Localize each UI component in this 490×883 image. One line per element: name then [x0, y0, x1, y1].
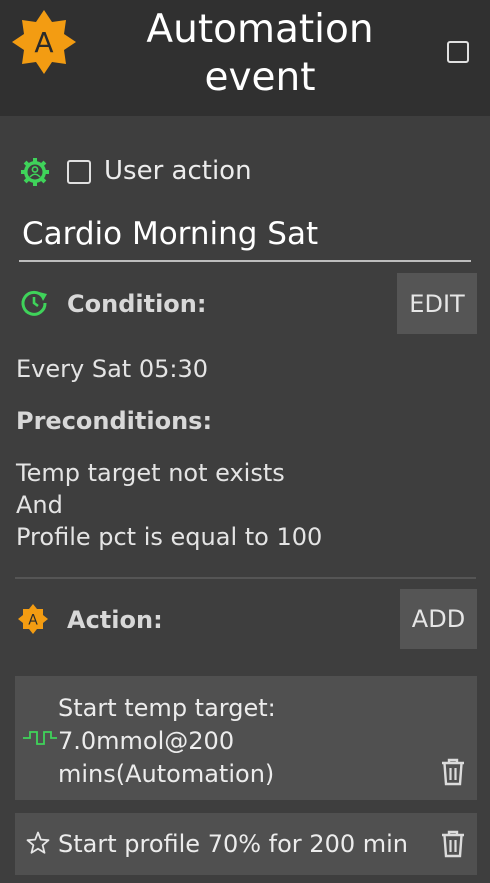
condition-value: Every Sat 05:30: [16, 355, 208, 383]
action-item-text: Start temp target: 7.0mmol@200 mins(Auto…: [58, 692, 276, 791]
condition-clock-icon: [21, 290, 47, 316]
action-text-line: 7.0mmol@200: [58, 727, 235, 755]
enabled-checkbox[interactable]: [447, 41, 469, 63]
star-outline-icon: [26, 831, 50, 854]
user-gear-icon: [21, 158, 49, 186]
preconditions-text: Temp target not exists And Profile pct i…: [16, 457, 322, 553]
precondition-line: Profile pct is equal to 100: [16, 523, 323, 551]
automation-logo-icon: A: [12, 10, 76, 74]
action-item-profile-switch[interactable]: Start profile 70% for 200 min: [15, 813, 477, 875]
temp-target-icon: [23, 731, 57, 745]
condition-label: Condition:: [67, 290, 207, 318]
precondition-line: Temp target not exists: [16, 459, 285, 487]
add-action-button[interactable]: ADD: [400, 589, 477, 649]
action-text-line: Start temp target:: [58, 694, 276, 722]
edit-condition-button[interactable]: EDIT: [397, 273, 477, 334]
action-label: Action:: [67, 606, 163, 634]
logo-letter: A: [34, 26, 53, 59]
action-text-line: mins(Automation): [58, 760, 275, 788]
event-name-input[interactable]: Cardio Morning Sat: [19, 210, 471, 262]
title-line-1: Automation: [146, 7, 374, 52]
action-logo-letter: A: [28, 613, 38, 629]
delete-icon[interactable]: [441, 830, 465, 858]
action-item-temp-target[interactable]: Start temp target: 7.0mmol@200 mins(Auto…: [15, 676, 477, 800]
user-action-label: User action: [104, 156, 252, 186]
user-action-checkbox[interactable]: [67, 160, 91, 184]
action-logo-icon: A: [18, 604, 48, 634]
precondition-line: And: [16, 491, 63, 519]
preconditions-label: Preconditions:: [16, 407, 213, 435]
title-line-2: event: [204, 55, 316, 100]
divider: [15, 577, 476, 579]
page-title: Automation event: [120, 6, 400, 102]
delete-icon[interactable]: [441, 758, 465, 786]
action-text-line: Start profile 70% for 200 min: [58, 830, 408, 858]
app-header: A Automation event: [0, 0, 490, 116]
